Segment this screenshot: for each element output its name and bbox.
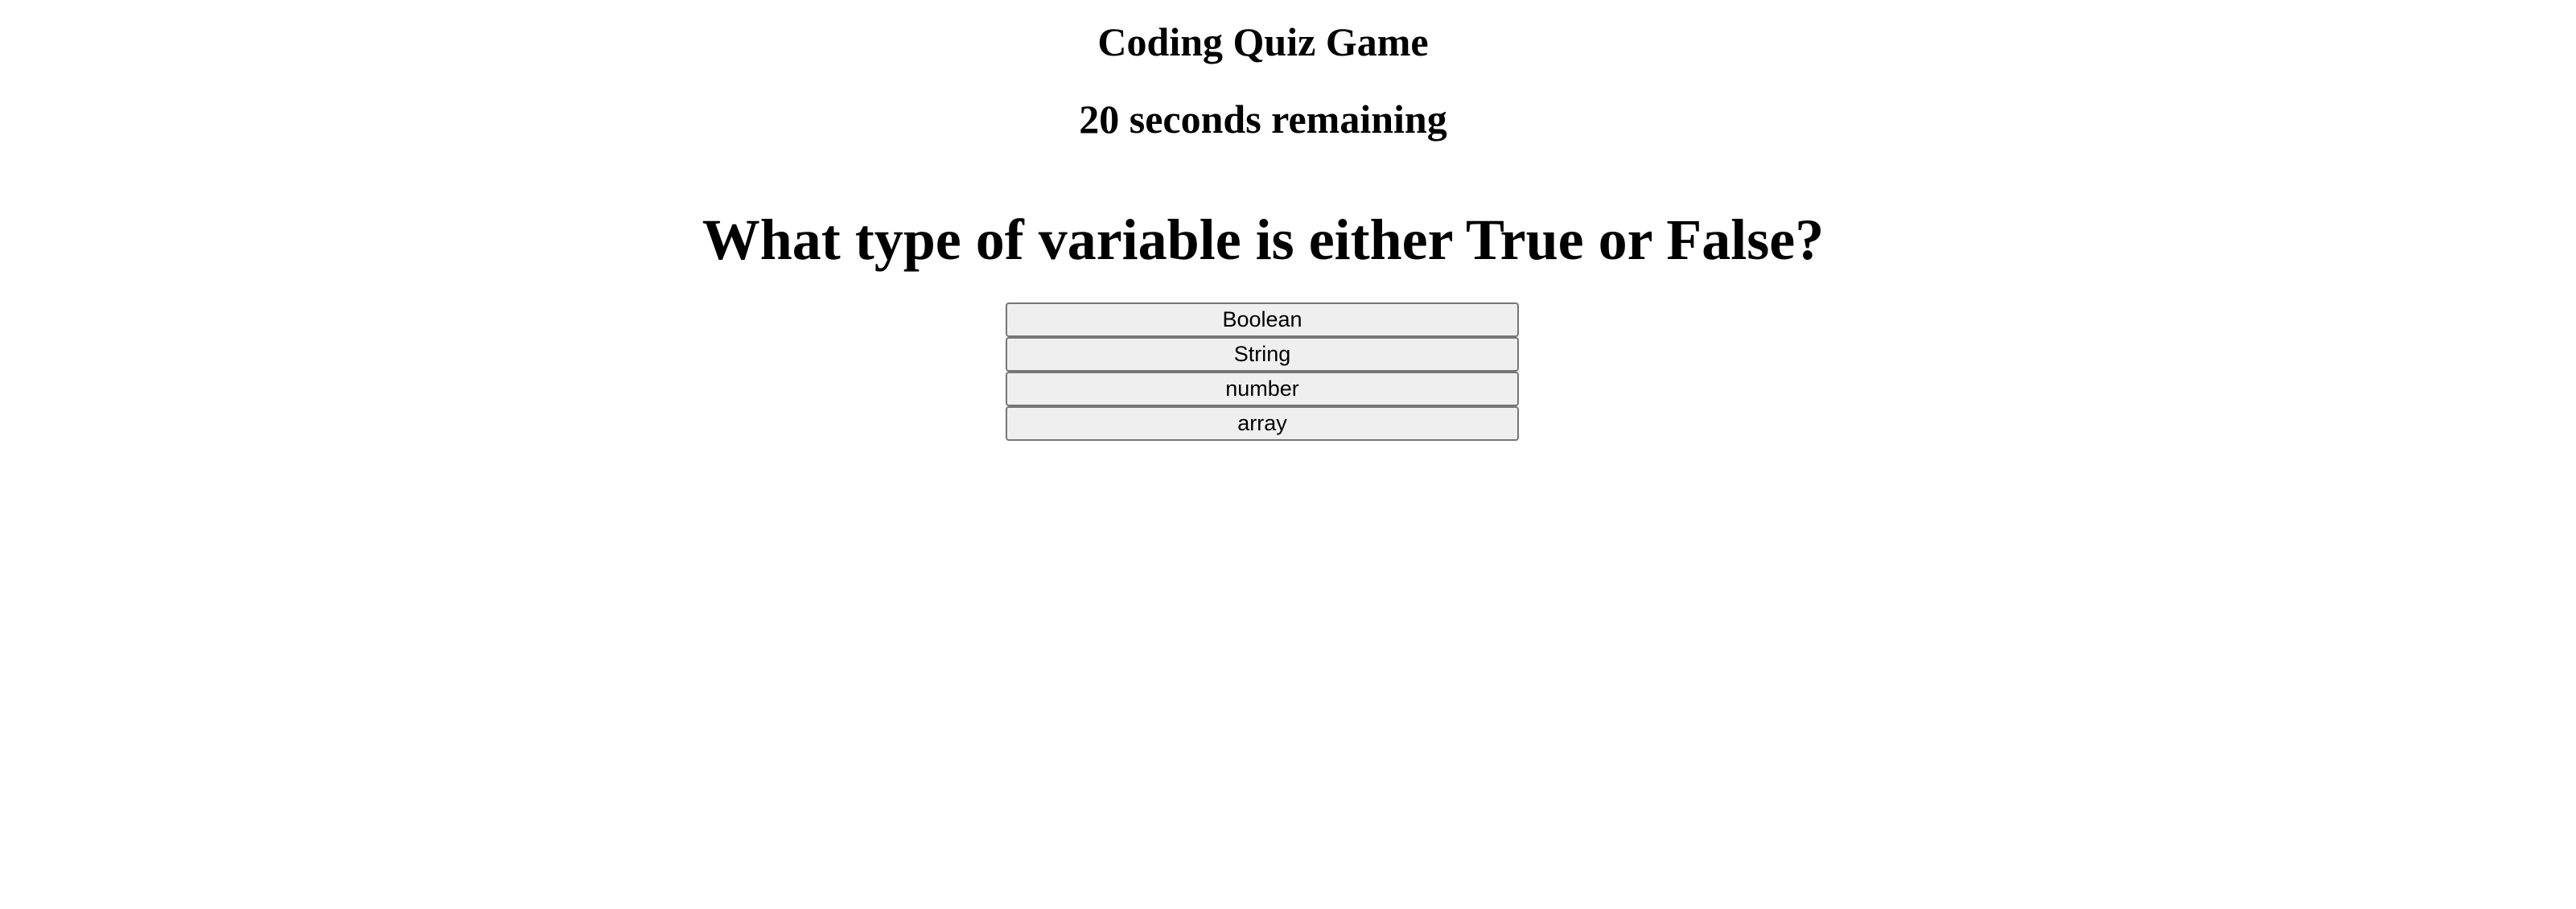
answer-button-array[interactable]: array [1006, 406, 1519, 441]
answer-list: Boolean String number array [1006, 302, 1519, 441]
page: Coding Quiz Game 20 seconds remaining Wh… [0, 0, 2576, 909]
answer-button-boolean[interactable]: Boolean [1006, 302, 1519, 337]
page-title: Coding Quiz Game [1097, 19, 1429, 64]
answer-button-string[interactable]: String [1006, 337, 1519, 372]
question-text: What type of variable is either True or … [702, 208, 1825, 272]
countdown-timer: 20 seconds remaining [1079, 97, 1447, 142]
answer-button-number[interactable]: number [1006, 372, 1519, 406]
